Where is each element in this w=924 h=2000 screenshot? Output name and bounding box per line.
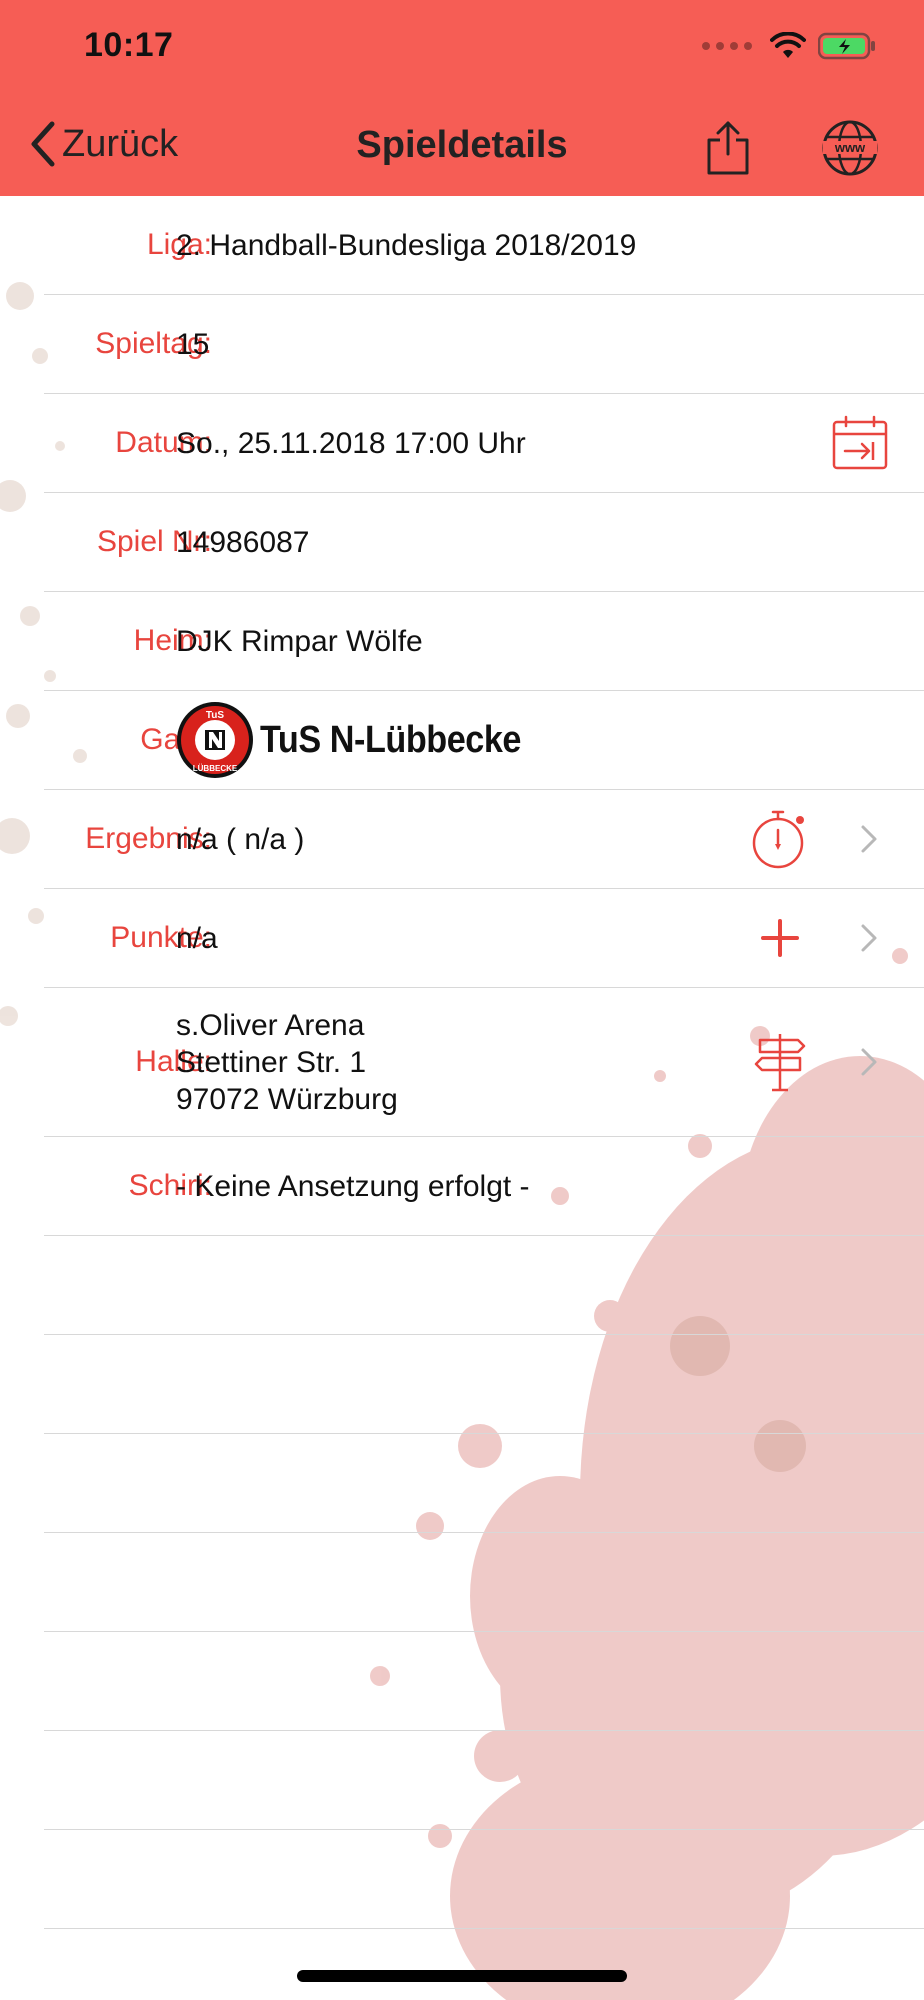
back-button[interactable]: Zurück xyxy=(28,120,178,168)
home-indicator[interactable] xyxy=(297,1970,627,1982)
status-icons xyxy=(702,32,876,60)
status-time: 10:17 xyxy=(84,26,174,64)
row-datum: Datum: So., 25.11.2018 17:00 Uhr xyxy=(44,394,924,493)
screen: 10:17 Zurück Spieldetails www Liga: 2. H… xyxy=(0,0,924,2000)
liga-value: 2. Handball-Bundesliga 2018/2019 xyxy=(176,228,637,262)
logo-text-bottom: LÜBBECKE xyxy=(193,764,238,773)
heim-value: DJK Rimpar Wölfe xyxy=(176,624,423,658)
signal-icon xyxy=(702,42,752,50)
empty-row xyxy=(44,1533,924,1632)
team-logo: TuS LÜBBECKE xyxy=(177,702,253,778)
spielnr-value: 14986087 xyxy=(176,525,310,559)
signpost-icon xyxy=(754,1034,806,1092)
spieltag-value: 15 xyxy=(176,327,210,361)
datum-value: So., 25.11.2018 17:00 Uhr xyxy=(176,426,526,460)
empty-row xyxy=(44,1929,924,2000)
svg-text:www: www xyxy=(834,140,866,155)
globe-www-icon: www xyxy=(822,120,878,176)
chevron-right-icon xyxy=(854,1042,884,1082)
row-liga: Liga: 2. Handball-Bundesliga 2018/2019 xyxy=(44,196,924,295)
row-spiel-nr: Spiel Nr: 14986087 xyxy=(44,493,924,592)
directions-button[interactable] xyxy=(750,1032,810,1092)
row-gast: Gast: TuS LÜBBECKE TuS N-Lübbecke xyxy=(44,691,924,790)
empty-row xyxy=(44,1335,924,1434)
punkte-value: n/a xyxy=(176,921,218,955)
schiri-value: - Keine Ansetzung erfolgt - xyxy=(176,1169,530,1203)
ergebnis-value: n/a ( n/a ) xyxy=(176,822,305,856)
logo-text-top: TuS xyxy=(206,710,224,721)
empty-row xyxy=(44,1236,924,1335)
empty-row xyxy=(44,1830,924,1929)
empty-row xyxy=(44,1632,924,1731)
row-schiri: Schiri: - Keine Ansetzung erfolgt - xyxy=(44,1137,924,1236)
back-label: Zurück xyxy=(62,122,179,165)
row-heim: Heim: DJK Rimpar Wölfe xyxy=(44,592,924,691)
wifi-icon xyxy=(770,32,806,58)
details-table: Liga: 2. Handball-Bundesliga 2018/2019 S… xyxy=(0,196,924,2000)
share-button[interactable] xyxy=(698,118,758,178)
navigation-header: 10:17 Zurück Spieldetails www xyxy=(0,0,924,196)
live-ticker-button[interactable] xyxy=(750,809,810,869)
calendar-export-icon xyxy=(832,415,888,470)
gast-value: TuS N-Lübbecke xyxy=(260,718,521,761)
row-spieltag: Spieltag: 15 xyxy=(44,295,924,394)
chevron-right-icon xyxy=(854,918,884,958)
add-to-calendar-button[interactable] xyxy=(830,413,890,473)
website-button[interactable]: www xyxy=(820,118,880,178)
chevron-left-icon xyxy=(31,121,55,167)
row-halle[interactable]: Halle: s.Oliver Arena Stettiner Str. 1 9… xyxy=(44,988,924,1137)
row-punkte[interactable]: Punkte: n/a xyxy=(44,889,924,988)
row-ergebnis[interactable]: Ergebnis: n/a ( n/a ) xyxy=(44,790,924,889)
halle-name: s.Oliver Arena xyxy=(176,1008,365,1042)
chevron-right-icon xyxy=(854,819,884,859)
empty-row xyxy=(44,1731,924,1830)
plus-icon xyxy=(761,919,799,957)
battery-icon xyxy=(818,32,875,60)
share-icon xyxy=(707,121,749,175)
halle-street: Stettiner Str. 1 xyxy=(176,1045,367,1079)
empty-row xyxy=(44,1434,924,1533)
add-points-button[interactable] xyxy=(750,908,810,968)
halle-address: s.Oliver Arena Stettiner Str. 1 97072 Wü… xyxy=(176,1007,398,1118)
halle-city: 97072 Würzburg xyxy=(176,1082,398,1116)
gast-team: TuS LÜBBECKE TuS N-Lübbecke xyxy=(176,701,550,779)
stopwatch-icon xyxy=(752,810,804,869)
